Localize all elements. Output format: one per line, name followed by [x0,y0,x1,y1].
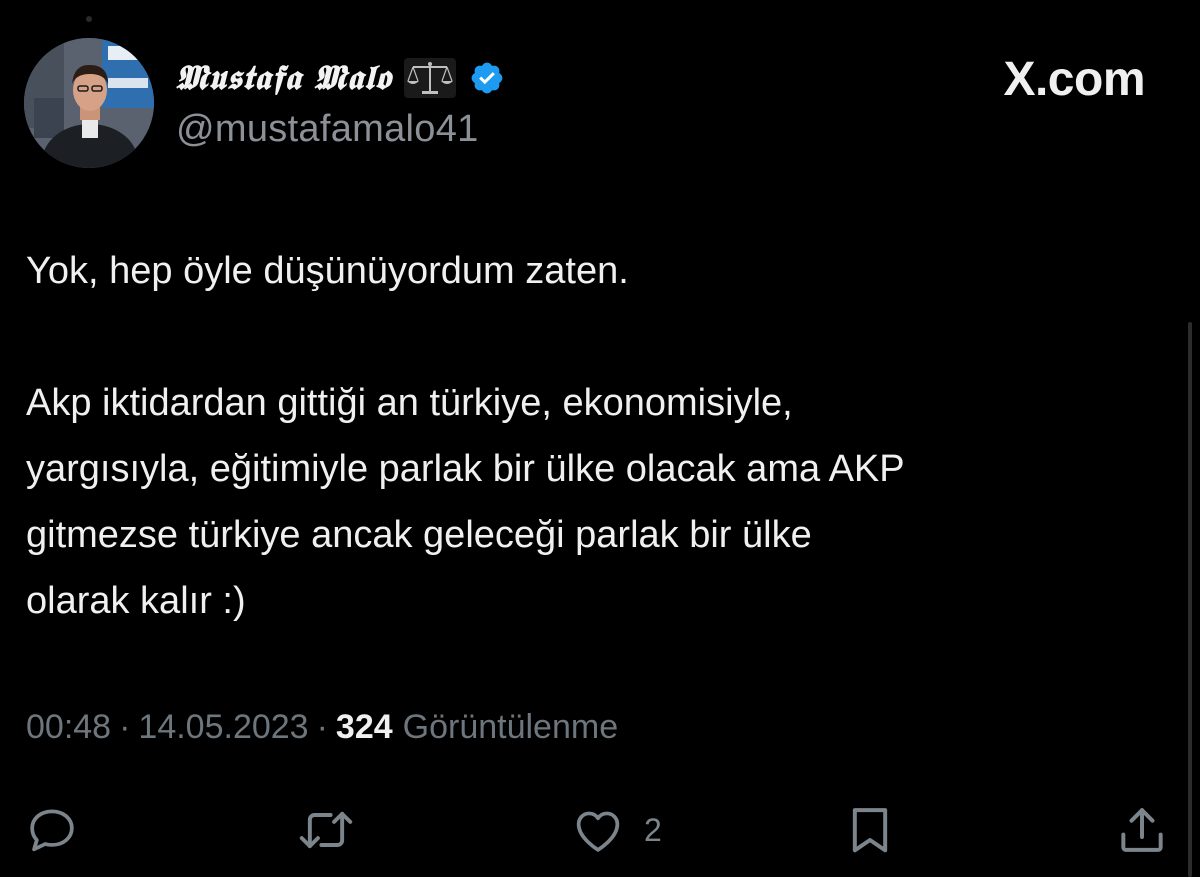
retweet-icon [296,802,356,858]
views-count: 324 [335,708,393,746]
x-com-watermark: X.com [1003,53,1145,106]
like-count: 2 [644,811,662,848]
status-dot [86,16,92,22]
balance-scale-icon [403,56,457,100]
tweet-meta: 00:48 · 14.05.2023 · 324 Görüntülenme [26,708,618,747]
like-button[interactable]: 2 [570,798,662,862]
tweet-line: yargısıyla, eğitimiyle parlak bir ülke o… [26,448,905,490]
scrollbar[interactable] [1188,322,1192,877]
retweet-button[interactable] [296,798,356,862]
reply-icon [24,802,80,858]
views-label: Görüntülenme [402,708,619,746]
author-handle[interactable]: @mustafamalo41 [176,108,479,151]
tweet-line: Akp iktidardan gittiği an türkiye, ekono… [26,382,793,424]
share-icon [1114,802,1170,858]
meta-separator: · [119,708,131,746]
author-display-name[interactable]: 𝕸𝖚𝖘𝖙𝖆𝖋𝖆 𝕸𝖆𝖑𝖔 [176,58,391,98]
tweet-text: Yok, hep öyle düşünüyordum zaten. Akp ik… [26,238,1176,634]
tweet-line: Yok, hep öyle düşünüyordum zaten. [26,250,629,292]
bookmark-button[interactable] [842,798,898,862]
meta-separator: · [316,708,328,746]
action-bar: 2 [0,798,1200,862]
tweet-line: olarak kalır :) [26,580,246,622]
tweet-date[interactable]: 14.05.2023 [138,708,308,747]
reply-button[interactable] [24,798,80,862]
bookmark-icon [842,802,898,858]
author-name-row: 𝕸𝖚𝖘𝖙𝖆𝖋𝖆 𝕸𝖆𝖑𝖔 [176,52,505,104]
avatar[interactable] [24,38,154,168]
verified-badge-icon[interactable] [469,60,505,96]
tweet-time[interactable]: 00:48 [26,708,111,747]
share-button[interactable] [1114,798,1170,862]
heart-icon [570,802,626,858]
tweet-line: gitmezse türkiye ancak geleceği parlak b… [26,514,812,556]
